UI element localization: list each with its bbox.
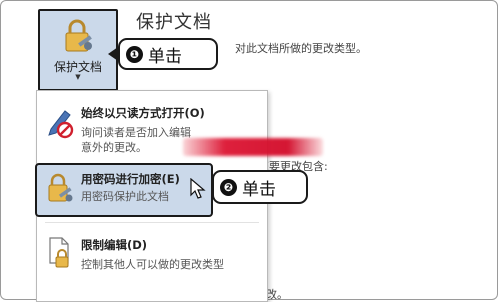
document-lock-icon (49, 237, 69, 268)
chevron-down-icon: ▼ (75, 73, 81, 81)
description-text: 对此文档所做的更改类型。 (235, 42, 367, 55)
callout-pointer (108, 47, 118, 61)
lock-key-icon (65, 19, 92, 52)
callout-text: 单击 (242, 179, 276, 200)
menu-item-title: 限制编辑(D) (81, 238, 148, 252)
page-title: 保护文档 (136, 12, 212, 33)
protect-document-button[interactable]: 保护文档 ▼ (38, 9, 118, 91)
lock-key-icon (48, 173, 73, 202)
menu-item-encrypt-with-password[interactable]: 用密码进行加密(E) 用密码保护此文档 (35, 163, 213, 217)
menu-item-title: 用密码进行加密(E) (81, 172, 180, 186)
callout-text: 单击 (148, 46, 182, 67)
pencil-no-icon (48, 110, 74, 139)
callout-step-1: ❶ 单击 (118, 38, 218, 70)
menu-item-description: 询问读者是否加入编辑 意外的更改。 (81, 126, 191, 154)
menu-item-description: 控制其他人可以做的更改类型 (81, 258, 224, 271)
menu-item-always-open-readonly[interactable]: 始终以只读方式打开(O) 询问读者是否加入编辑 意外的更改。 (37, 97, 267, 169)
menu-item-title: 始终以只读方式打开(O) (81, 106, 205, 120)
step-number-badge: ❷ (220, 178, 237, 196)
menu-divider (45, 222, 259, 223)
menu-item-description: 用密码保护此文档 (81, 190, 169, 203)
menu-item-restrict-editing[interactable]: 限制编辑(D) 控制其他人可以做的更改类型 (37, 229, 267, 289)
mouse-cursor-icon (190, 178, 206, 199)
redaction-blur (183, 138, 323, 156)
step-number-badge: ❶ (126, 45, 143, 63)
callout-step-2: ❷ 单击 (212, 170, 308, 204)
